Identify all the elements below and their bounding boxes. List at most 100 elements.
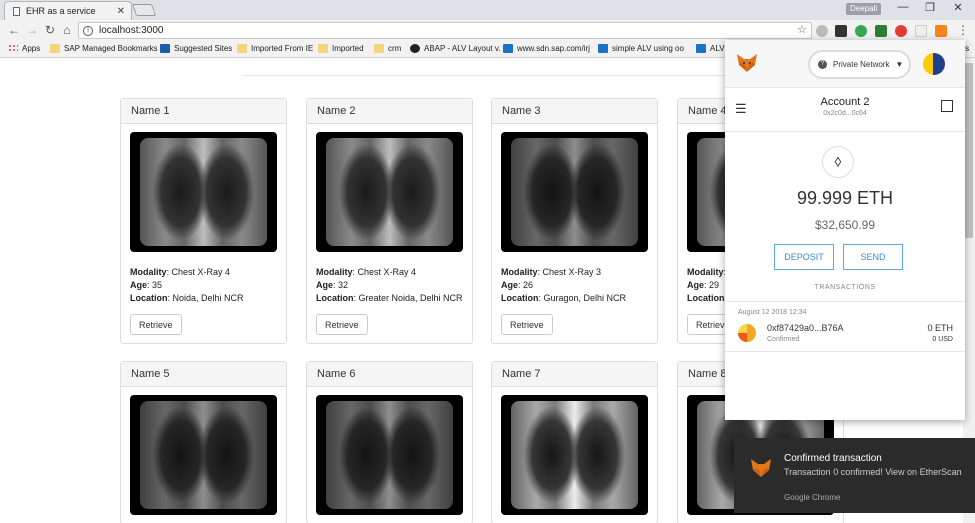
- folder-icon: [374, 44, 384, 53]
- modality-line: Modality: Chest X-Ray 4: [130, 267, 231, 277]
- transaction-date: August 12 2018 12:34: [738, 309, 807, 316]
- transaction-identicon: [738, 324, 756, 342]
- sap-icon: [503, 44, 513, 53]
- bookmark-link[interactable]: simple ALV using oo: [598, 44, 684, 53]
- home-icon[interactable]: ⌂: [59, 22, 75, 38]
- profile-button[interactable]: Deepali: [846, 3, 882, 15]
- bookmark-star-icon[interactable]: ☆: [797, 23, 807, 36]
- help-icon: ?: [818, 60, 827, 69]
- site-info-icon[interactable]: i: [83, 25, 93, 36]
- browser-toolbar: ← → ↻ ⌂ i localhost:3000 ☆: [0, 20, 975, 41]
- bing-icon: [160, 44, 170, 53]
- web-icon: [410, 44, 420, 53]
- bookmark-folder[interactable]: Imported: [318, 44, 364, 53]
- xray-image: [501, 132, 648, 252]
- transaction-usd-amount: 0 USD: [932, 336, 953, 343]
- age-line: Age: 35: [130, 280, 163, 290]
- bookmark-apps[interactable]: Apps: [8, 44, 40, 53]
- age-line: Age: 26: [501, 280, 534, 290]
- back-icon[interactable]: ←: [6, 22, 22, 38]
- account-name[interactable]: Account 2: [725, 96, 965, 108]
- divider: [243, 75, 733, 76]
- transaction-hash: 0xf87429a0...B76A: [767, 323, 844, 333]
- sap-icon: [598, 44, 608, 53]
- account-identicon[interactable]: [923, 53, 945, 75]
- chrome-menu-icon[interactable]: ⋮: [955, 22, 971, 38]
- tab-strip: EHR as a service ✕ Deepali — ❐ ✕: [0, 0, 975, 20]
- account-row: ☰ Account 2 0x2c0d...0c64: [725, 88, 965, 132]
- open-in-new-icon[interactable]: [941, 100, 953, 112]
- card-title: Name 6: [307, 362, 472, 387]
- bookmark-folder[interactable]: Imported From IE: [237, 44, 313, 53]
- ethereum-icon: ⬨: [822, 146, 854, 178]
- retrieve-button[interactable]: Retrieve: [130, 314, 182, 335]
- card-title: Name 7: [492, 362, 657, 387]
- browser-tab[interactable]: EHR as a service ✕: [4, 1, 132, 20]
- modality-line: Modality: Chest X-Ray 4: [316, 267, 417, 277]
- transaction-eth-amount: 0 ETH: [927, 323, 953, 333]
- card-title: Name 5: [121, 362, 286, 387]
- extension-blank-icon[interactable]: [915, 25, 927, 37]
- notification-message: Transaction 0 confirmed! View on EtherSc…: [784, 467, 962, 477]
- metamask-popup: ? Private Network ▼ ☰ Account 2 0x2c0d..…: [725, 40, 965, 420]
- send-button[interactable]: SEND: [843, 244, 903, 270]
- bookmark-link[interactable]: ABAP - ALV Layout v.: [410, 44, 501, 53]
- url-text: localhost:3000: [99, 25, 164, 36]
- apps-grid-icon: [8, 44, 18, 53]
- patient-card: Name 2 Modality: Chest X-Ray 4 Age: 32 L…: [306, 98, 473, 344]
- network-label: Private Network: [833, 60, 890, 69]
- usd-balance: $32,650.99: [814, 218, 876, 232]
- card-title: Name 1: [121, 99, 286, 124]
- metamask-header: ? Private Network ▼: [725, 40, 965, 88]
- bookmark-link[interactable]: Suggested Sites: [160, 44, 232, 53]
- metamask-fox-icon: [737, 54, 757, 72]
- network-selector[interactable]: ? Private Network ▼: [808, 50, 911, 79]
- account-address[interactable]: 0x2c0d...0c64: [725, 110, 965, 117]
- qr-extension-icon[interactable]: [835, 25, 847, 37]
- xray-image: [130, 132, 277, 252]
- folder-icon: [318, 44, 328, 53]
- transaction-row[interactable]: August 12 2018 12:34 0xf87429a0...B76A C…: [725, 302, 965, 352]
- extension-green-icon[interactable]: [875, 25, 887, 37]
- age-line: Age: 32: [316, 280, 349, 290]
- modality-line: Modality: Chest X-Ray 3: [501, 267, 602, 277]
- folder-icon: [50, 44, 60, 53]
- xray-image: [316, 395, 463, 515]
- tab-close-icon[interactable]: ✕: [117, 6, 131, 17]
- scrollbar-thumb[interactable]: [965, 63, 973, 238]
- retrieve-button[interactable]: Retrieve: [316, 314, 368, 335]
- retrieve-button[interactable]: Retrieve: [501, 314, 553, 335]
- patient-card: Name 5: [120, 361, 287, 523]
- metamask-fox-icon: [751, 459, 771, 477]
- bookmark-link[interactable]: ALV: [696, 44, 725, 53]
- card-title: Name 3: [492, 99, 657, 124]
- close-window-icon[interactable]: ✕: [948, 1, 968, 14]
- forward-icon[interactable]: →: [24, 22, 40, 38]
- restore-icon[interactable]: ❐: [920, 1, 940, 14]
- bookmark-folder[interactable]: SAP Managed Bookmarks: [50, 44, 158, 53]
- bookmark-folder[interactable]: crm: [374, 44, 401, 53]
- chevron-down-icon: ▼: [895, 60, 904, 69]
- xray-image: [316, 132, 463, 252]
- patient-card: Name 7: [491, 361, 658, 523]
- chrome-notification[interactable]: Confirmed transaction Transaction 0 conf…: [734, 438, 975, 513]
- xray-image: [130, 395, 277, 515]
- reload-icon[interactable]: ↻: [42, 22, 58, 38]
- sap-icon: [696, 44, 706, 53]
- grammarly-icon[interactable]: [855, 25, 867, 37]
- minimize-icon[interactable]: —: [893, 1, 913, 13]
- metamask-extension-icon[interactable]: [935, 25, 947, 37]
- address-bar[interactable]: i localhost:3000 ☆: [78, 22, 812, 39]
- extension-red-icon[interactable]: [895, 25, 907, 37]
- card-title: Name 2: [307, 99, 472, 124]
- new-tab-button[interactable]: [131, 4, 157, 16]
- patient-card: Name 6: [306, 361, 473, 523]
- eth-balance: 99.999 ETH: [796, 188, 894, 208]
- transaction-status: Confirmed: [767, 336, 800, 343]
- document-icon: [13, 6, 20, 16]
- deposit-button[interactable]: DEPOSIT: [774, 244, 834, 270]
- bookmark-link[interactable]: www.sdn.sap.com/irj: [503, 44, 590, 53]
- patient-card: Name 1 Modality: Chest X-Ray 4 Age: 35 L…: [120, 98, 287, 344]
- extension-icon[interactable]: [816, 25, 828, 37]
- location-line: Location: Noida, Delhi NCR: [130, 293, 244, 303]
